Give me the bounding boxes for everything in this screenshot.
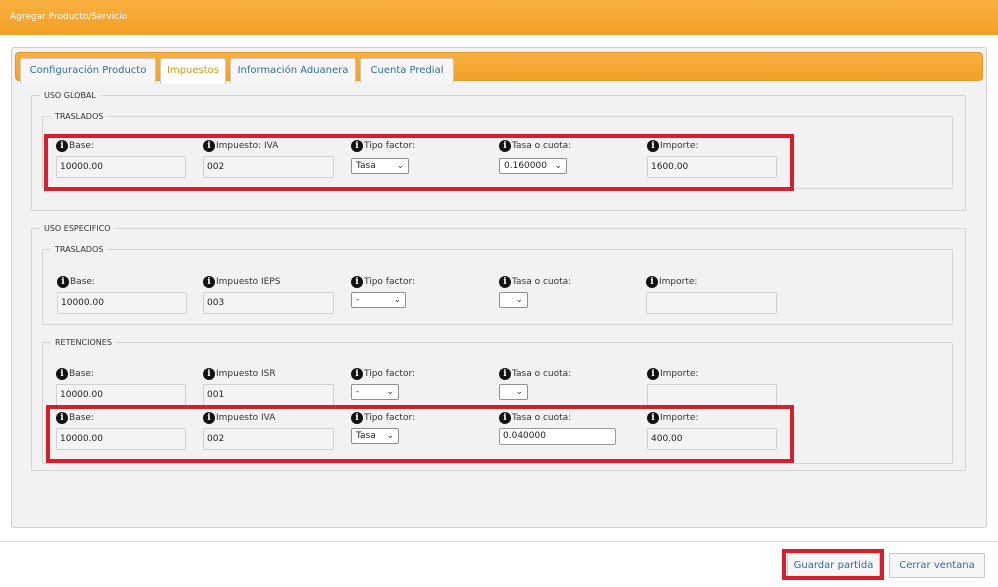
footer-divider xyxy=(0,541,998,542)
isr-impuesto-label: Impuesto ISR xyxy=(216,369,276,379)
isr-importe-input[interactable] xyxy=(647,384,777,406)
chevron-down-icon: ⌄ xyxy=(393,295,401,305)
ieps-tipo-factor-select[interactable]: - ⌄ xyxy=(351,292,406,308)
isr-impuesto-input[interactable]: 001 xyxy=(203,384,334,406)
isr-base-input[interactable]: 10000.00 xyxy=(56,384,186,406)
uso-especifico-legend: USO ESPECIFICO xyxy=(44,224,111,233)
info-icon[interactable]: i xyxy=(351,368,363,380)
ieps-impuesto-input[interactable]: 003 xyxy=(203,292,334,314)
chevron-down-icon: ⌄ xyxy=(386,387,394,397)
window-title: Agregar Producto/Servicio xyxy=(10,12,128,22)
info-icon[interactable]: i xyxy=(56,368,68,380)
info-icon[interactable]: i xyxy=(499,276,511,288)
isr-tasa-select[interactable]: ⌄ xyxy=(499,384,528,400)
highlight-retencion-iva xyxy=(46,405,794,463)
isr-impuesto-field: i Impuesto ISR 001 xyxy=(203,367,335,407)
ieps-tasa-select[interactable]: ⌄ xyxy=(499,292,528,308)
highlight-save-button xyxy=(782,549,884,580)
info-icon[interactable]: i xyxy=(57,276,69,288)
chevron-down-icon: ⌄ xyxy=(515,295,523,305)
info-icon[interactable]: i xyxy=(203,276,215,288)
info-icon[interactable]: i xyxy=(646,276,658,288)
global-traslados-legend: TRASLADOS xyxy=(55,112,104,121)
highlight-global-traslado xyxy=(44,134,794,191)
isr-importe-label: Importe: xyxy=(660,369,699,379)
isr-tasa-label: Tasa o cuota: xyxy=(512,369,572,379)
window-titlebar: Agregar Producto/Servicio xyxy=(0,0,998,35)
ieps-base-field: i Base: 10000.00 xyxy=(57,275,189,315)
ieps-importe-label: Importe: xyxy=(659,277,698,287)
tab-cuenta-predial[interactable]: Cuenta Predial xyxy=(360,58,454,83)
ieps-impuesto-field: i Impuesto IEPS 003 xyxy=(203,275,335,315)
close-window-button[interactable]: Cerrar ventana xyxy=(889,553,985,578)
ieps-importe-input[interactable] xyxy=(646,292,777,314)
tab-impuestos[interactable]: Impuestos xyxy=(160,58,226,84)
tab-informacion-aduanera[interactable]: Información Aduanera xyxy=(230,58,356,83)
info-icon[interactable]: i xyxy=(203,368,215,380)
ieps-impuesto-label: Impuesto IEPS xyxy=(216,277,281,287)
ieps-base-label: Base: xyxy=(70,277,95,287)
info-icon[interactable]: i xyxy=(499,368,511,380)
ieps-tipo-factor-field: i Tipo factor: - ⌄ xyxy=(351,275,483,315)
isr-tipo-factor-value: - xyxy=(356,387,360,397)
tab-configuracion-producto[interactable]: Configuración Producto xyxy=(20,58,156,83)
info-icon[interactable]: i xyxy=(351,276,363,288)
chevron-down-icon: ⌄ xyxy=(515,387,523,397)
ieps-tipo-factor-label: Tipo factor: xyxy=(364,277,416,287)
ieps-tasa-label: Tasa o cuota: xyxy=(512,277,572,287)
isr-base-label: Base: xyxy=(69,369,94,379)
isr-tipo-factor-select[interactable]: - ⌄ xyxy=(351,384,399,400)
especifico-traslados-legend: TRASLADOS xyxy=(55,245,104,254)
isr-base-field: i Base: 10000.00 xyxy=(56,367,188,407)
info-icon[interactable]: i xyxy=(647,368,659,380)
isr-importe-field: i Importe: xyxy=(647,367,779,407)
ieps-importe-field: i Importe: xyxy=(646,275,778,315)
isr-tipo-factor-label: Tipo factor: xyxy=(364,369,416,379)
isr-tasa-field: i Tasa o cuota: ⌄ xyxy=(499,367,631,407)
retenciones-legend: RETENCIONES xyxy=(55,338,112,347)
uso-global-legend: USO GLOBAL xyxy=(44,91,96,100)
tab-bar: Configuración Producto Impuestos Informa… xyxy=(15,52,983,84)
ieps-tasa-field: i Tasa o cuota: ⌄ xyxy=(499,275,631,315)
ieps-base-input[interactable]: 10000.00 xyxy=(57,292,187,314)
isr-tipo-factor-field: i Tipo factor: - ⌄ xyxy=(351,367,483,407)
ieps-tipo-factor-value: - xyxy=(356,295,360,305)
